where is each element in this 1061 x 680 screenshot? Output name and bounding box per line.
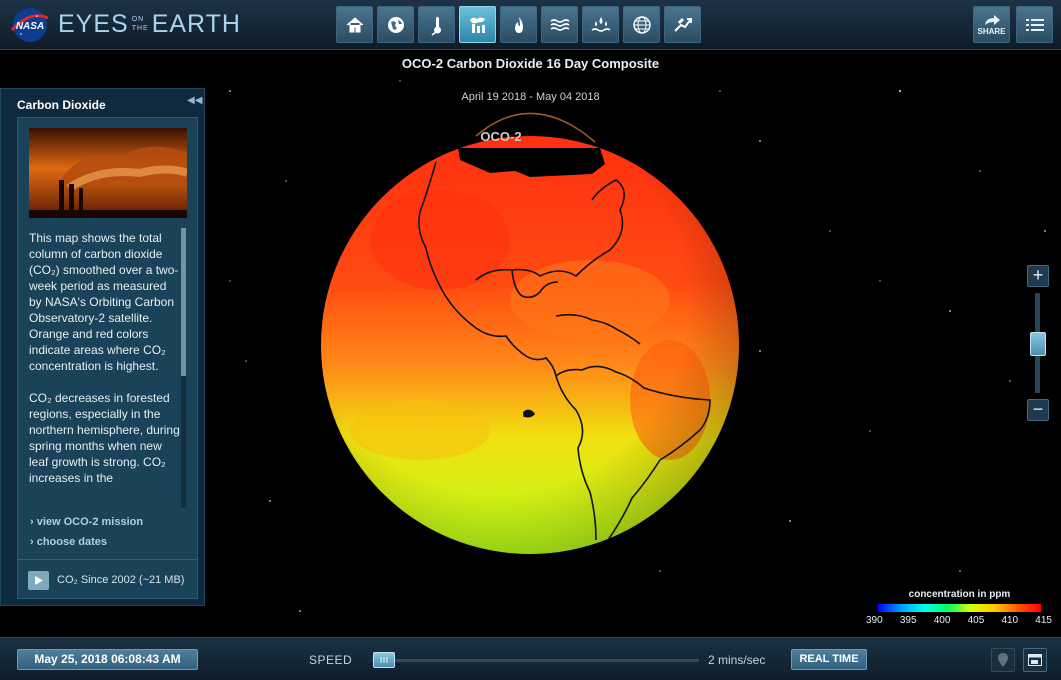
main-nav xyxy=(336,6,701,43)
waves-icon xyxy=(550,18,569,31)
earth-globe[interactable]: OCO-2 xyxy=(300,100,760,560)
play-icon xyxy=(34,576,43,585)
zoom-out-button[interactable]: − xyxy=(1027,399,1049,421)
fire-icon xyxy=(514,16,523,33)
nav-home-button[interactable] xyxy=(336,6,373,43)
legend-title: concentration in ppm xyxy=(908,589,1011,600)
brand-eyes: EYES xyxy=(58,10,129,38)
legend-color-scale xyxy=(878,604,1041,612)
window-icon xyxy=(1028,654,1042,666)
view-mission-link[interactable]: › view OCO-2 mission xyxy=(30,516,143,528)
plus-icon: + xyxy=(1032,265,1044,285)
brand-the: THE xyxy=(131,25,149,32)
legend-tick: 395 xyxy=(899,615,917,626)
thermometer-icon xyxy=(431,16,441,36)
double-chevron-left-icon: ◀◀ xyxy=(187,95,203,106)
share-arrow-icon xyxy=(984,14,1000,25)
brand-on: ON xyxy=(131,16,145,23)
panel-content: This map shows the total column of carbo… xyxy=(17,117,198,599)
top-bar: NASA EYES ON THE EARTH SHARE xyxy=(0,0,1061,50)
water-drops-icon xyxy=(591,16,610,32)
grip-icon xyxy=(380,657,388,663)
legend-tick: 400 xyxy=(933,615,951,626)
zoom-in-button[interactable]: + xyxy=(1027,265,1049,287)
current-datetime-button[interactable]: May 25, 2018 06:08:43 AM xyxy=(17,649,198,670)
location-pin-button[interactable] xyxy=(991,648,1015,672)
panel-description: This map shows the total column of carbo… xyxy=(29,230,181,508)
nav-sea-level-button[interactable] xyxy=(541,6,578,43)
description-paragraph-2: CO₂ decreases in forested regions, espec… xyxy=(29,391,180,485)
time-controls-bar: May 25, 2018 06:08:43 AM SPEED 2 mins/se… xyxy=(0,637,1061,680)
description-scrollbar[interactable] xyxy=(181,228,186,508)
info-panel: Carbon Dioxide ◀◀ This map shows the tot… xyxy=(0,88,205,606)
brand-earth: EARTH xyxy=(151,10,241,38)
speed-slider-handle[interactable] xyxy=(373,652,395,668)
globe-icon xyxy=(387,16,404,33)
legend-tick: 415 xyxy=(1035,615,1052,626)
legend-ticks: 390 395 400 405 410 415 xyxy=(866,615,1052,626)
smokestack-image xyxy=(29,128,187,218)
speed-label: SPEED xyxy=(309,653,353,667)
choose-dates-link[interactable]: › choose dates xyxy=(30,536,107,548)
home-icon xyxy=(346,16,363,32)
legend-tick: 390 xyxy=(866,615,883,626)
collapse-panel-button[interactable]: ◀◀ xyxy=(187,95,202,106)
app-title[interactable]: EYES ON THE EARTH xyxy=(58,10,241,38)
earth-grid-icon xyxy=(632,15,651,34)
window-toggle-button[interactable] xyxy=(1023,648,1047,672)
zoom-slider-handle[interactable] xyxy=(1030,332,1046,356)
satellite-icon xyxy=(673,17,692,32)
nav-temperature-button[interactable] xyxy=(418,6,455,43)
legend-tick: 410 xyxy=(1001,615,1019,626)
nav-fire-button[interactable] xyxy=(500,6,537,43)
nav-water-button[interactable] xyxy=(582,6,619,43)
satellite-label[interactable]: OCO-2 xyxy=(480,129,521,144)
animation-download-label[interactable]: CO₂ Since 2002 (~21 MB) xyxy=(57,574,184,586)
scrollbar-thumb[interactable] xyxy=(181,228,186,376)
legend-tick: 405 xyxy=(967,615,985,626)
description-paragraph-1: This map shows the total column of carbo… xyxy=(29,231,179,373)
share-label: SHARE xyxy=(977,26,1006,36)
list-icon xyxy=(1025,18,1044,31)
nav-earth-grid-button[interactable] xyxy=(623,6,660,43)
real-time-button[interactable]: REAL TIME xyxy=(791,649,867,670)
nav-carbon-button[interactable] xyxy=(459,6,496,43)
svg-text:NASA: NASA xyxy=(16,21,44,32)
nav-satellite-button[interactable] xyxy=(664,6,701,43)
panel-title: Carbon Dioxide xyxy=(17,98,106,112)
speed-slider-track[interactable] xyxy=(372,659,699,662)
menu-button[interactable] xyxy=(1016,6,1053,43)
nasa-logo[interactable]: NASA xyxy=(9,6,51,44)
play-animation-button[interactable] xyxy=(28,571,49,590)
share-button[interactable]: SHARE xyxy=(973,6,1010,43)
speed-value: 2 mins/sec xyxy=(708,653,766,667)
nav-globe-button[interactable] xyxy=(377,6,414,43)
panel-footer: CO₂ Since 2002 (~21 MB) xyxy=(18,559,197,599)
pin-icon xyxy=(998,653,1008,667)
minus-icon: − xyxy=(1032,399,1044,419)
factory-icon xyxy=(469,17,485,33)
layer-title: OCO-2 Carbon Dioxide 16 Day Composite xyxy=(401,56,660,71)
